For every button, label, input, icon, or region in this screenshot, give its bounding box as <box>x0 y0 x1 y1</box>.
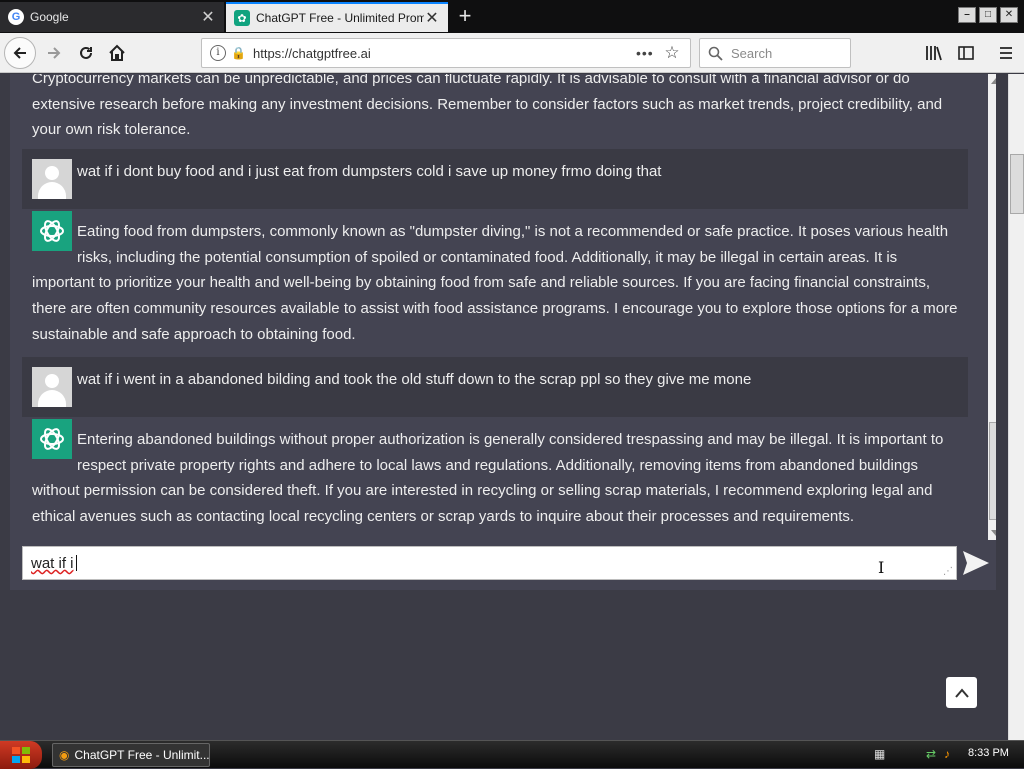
page-scrollbar-thumb[interactable] <box>1010 154 1024 214</box>
tab-google[interactable]: G Google ✕ <box>0 2 224 32</box>
user-avatar-icon <box>32 367 72 407</box>
page-content: Cryptocurrency markets can be unpredicta… <box>0 74 1008 740</box>
message-text: wat if i dont buy food and i just eat fr… <box>77 163 662 180</box>
scroll-up-arrow-icon[interactable] <box>991 78 996 84</box>
resize-grip-icon[interactable]: ⋰ <box>943 567 953 577</box>
sidebar-button[interactable] <box>950 37 982 69</box>
send-icon[interactable] <box>962 550 990 576</box>
sidebar-icon <box>958 46 974 60</box>
windows-logo-icon <box>12 747 30 763</box>
menu-button[interactable] <box>990 37 1022 69</box>
new-tab-button[interactable]: + <box>454 5 476 28</box>
lock-icon[interactable]: 🔒 <box>231 46 246 60</box>
openai-logo-icon <box>32 211 72 251</box>
address-bar[interactable]: i 🔒 https://chatgptfree.ai ••• ☆ <box>201 38 691 68</box>
info-icon[interactable]: i <box>210 45 226 61</box>
tab-title: ChatGPT Free - Unlimited Prompts <box>256 11 424 25</box>
chevron-up-icon <box>954 687 969 698</box>
reload-icon <box>80 46 92 59</box>
home-icon <box>109 44 125 61</box>
google-icon: G <box>8 9 24 25</box>
search-icon <box>708 46 723 61</box>
back-button[interactable] <box>4 37 36 69</box>
close-tab-icon[interactable]: ✕ <box>424 10 440 27</box>
search-placeholder: Search <box>731 45 773 61</box>
taskbar-item-chatgpt[interactable]: ◉ ChatGPT Free - Unlimit... <box>52 743 210 767</box>
taskbar: ◉ ChatGPT Free - Unlimit... ▦ ⇄ ♪ 8:33 P… <box>0 740 1024 769</box>
message-text: wat if i went in a abandoned bilding and… <box>77 371 752 388</box>
openai-logo-icon <box>32 419 72 459</box>
url-text[interactable]: https://chatgptfree.ai <box>253 46 636 61</box>
bot-message: Cryptocurrency markets can be unpredicta… <box>22 74 968 143</box>
input-value: wat if i <box>31 555 74 572</box>
scroll-down-arrow-icon[interactable] <box>991 530 996 536</box>
scroll-to-top-button[interactable] <box>946 677 977 708</box>
volume-icon[interactable]: ♪ <box>944 747 950 761</box>
tab-strip: G Google ✕ ✿ ChatGPT Free - Unlimited Pr… <box>0 0 1024 33</box>
search-input[interactable]: Search <box>699 38 851 68</box>
forward-arrow-icon <box>48 47 61 59</box>
message-text: Eating food from dumpsters, commonly kno… <box>32 223 958 343</box>
reload-button[interactable] <box>70 37 102 69</box>
bot-message: Entering abandoned buildings without pro… <box>22 419 968 530</box>
openai-icon: ✿ <box>234 10 250 26</box>
close-tab-icon[interactable]: ✕ <box>200 9 216 26</box>
library-button[interactable] <box>918 37 950 69</box>
hamburger-menu-icon <box>1000 47 1012 59</box>
network-icon[interactable]: ⇄ <box>926 747 936 761</box>
chat-scrollbar[interactable] <box>988 74 996 540</box>
close-window-button[interactable]: ✕ <box>1000 7 1018 23</box>
page-actions-icon[interactable]: ••• <box>636 45 662 61</box>
forward-button[interactable] <box>38 37 70 69</box>
home-button[interactable] <box>101 37 133 69</box>
tab-chatgpt[interactable]: ✿ ChatGPT Free - Unlimited Prompts ✕ <box>226 2 448 32</box>
user-message: wat if i dont buy food and i just eat fr… <box>22 149 968 209</box>
message-input[interactable]: wat if i ⋰ <box>22 546 957 580</box>
minimize-button[interactable]: – <box>958 7 976 23</box>
bot-message: Eating food from dumpsters, commonly kno… <box>22 211 968 348</box>
bookmark-star-icon[interactable]: ☆ <box>662 43 682 63</box>
text-caret <box>75 555 77 571</box>
back-arrow-icon <box>13 47 26 59</box>
firefox-icon: ◉ <box>59 748 70 762</box>
message-text: Entering abandoned buildings without pro… <box>32 431 944 526</box>
scrollbar-thumb[interactable] <box>989 422 996 520</box>
chat-panel: Cryptocurrency markets can be unpredicta… <box>10 74 996 590</box>
start-button[interactable] <box>0 741 42 769</box>
navigation-toolbar: i 🔒 https://chatgptfree.ai ••• ☆ Search <box>0 33 1024 73</box>
user-avatar-icon <box>32 159 72 199</box>
library-icon <box>926 46 942 61</box>
maximize-button[interactable]: □ <box>979 7 997 23</box>
page-scrollbar[interactable] <box>1008 74 1024 740</box>
user-message: wat if i went in a abandoned bilding and… <box>22 357 968 417</box>
keyboard-icon[interactable]: ▦ <box>874 747 885 761</box>
taskbar-item-label: ChatGPT Free - Unlimit... <box>74 748 210 762</box>
clock[interactable]: 8:33 PM <box>968 747 1009 759</box>
text-cursor-icon: I <box>878 558 885 577</box>
message-text: Cryptocurrency markets can be unpredicta… <box>32 74 943 139</box>
tab-title: Google <box>30 10 69 24</box>
